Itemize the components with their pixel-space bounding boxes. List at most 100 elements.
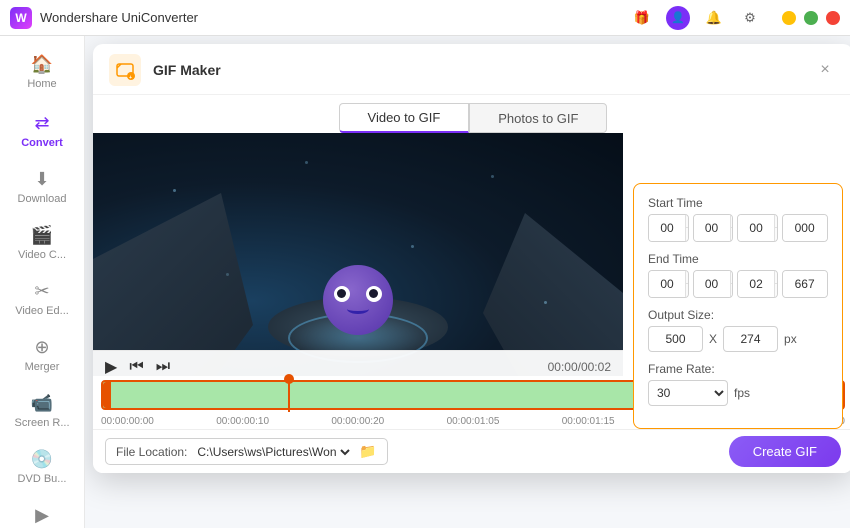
fps-row: 30 15 24 60 fps	[648, 380, 828, 406]
sidebar-item-home[interactable]: 🏠 Home	[0, 44, 84, 100]
output-size-group: Output Size: X px	[648, 308, 828, 352]
window-controls	[782, 11, 840, 25]
title-bar-right: 🎁 👤 🔔 ⚙	[630, 6, 840, 30]
start-ss-down[interactable]: ▼	[775, 228, 778, 241]
create-gif-button[interactable]: Create GIF	[729, 436, 841, 467]
end-ss-input-group: ▲ ▼	[737, 270, 778, 298]
particle	[305, 161, 308, 164]
timeline-playhead[interactable]	[288, 378, 290, 412]
end-mm-up[interactable]: ▲	[731, 271, 734, 284]
size-row: X px	[648, 326, 828, 352]
height-input[interactable]	[723, 326, 778, 352]
end-ss-up[interactable]: ▲	[775, 271, 778, 284]
start-mm-down[interactable]: ▼	[731, 228, 734, 241]
sidebar-item-videoedit[interactable]: ✂ Video Ed...	[0, 271, 84, 327]
start-mm-spinner: ▲ ▼	[730, 215, 734, 241]
start-mm-input[interactable]	[694, 215, 730, 241]
start-hh-input[interactable]	[649, 215, 685, 241]
end-mm-down[interactable]: ▼	[731, 284, 734, 297]
svg-text:+: +	[129, 75, 132, 80]
timeline-left-handle[interactable]	[103, 382, 111, 408]
sidebar-item-merger[interactable]: ⊕ Merger	[0, 327, 84, 383]
end-time-row: ▲ ▼ ▲ ▼	[648, 270, 828, 298]
app-logo: W	[10, 7, 32, 29]
end-ms-input[interactable]	[783, 271, 827, 297]
file-location-label: File Location:	[116, 445, 187, 459]
end-time-group: End Time ▲ ▼	[648, 252, 828, 298]
play-button[interactable]: ▶	[105, 357, 117, 377]
fps-select[interactable]: 30 15 24 60	[648, 380, 728, 406]
start-ss-spinner: ▲ ▼	[774, 215, 778, 241]
sidebar-item-download[interactable]: ⬇ Download	[0, 159, 84, 215]
sidebar-item-player[interactable]: ▶ Player	[0, 495, 84, 528]
end-hh-down[interactable]: ▼	[686, 284, 689, 297]
end-mm-input-group: ▲ ▼	[693, 270, 734, 298]
next-button[interactable]: ⏭	[156, 358, 170, 376]
screenrec-icon: 📹	[31, 393, 53, 414]
end-ss-input[interactable]	[738, 271, 774, 297]
maximize-button[interactable]	[804, 11, 818, 25]
end-ss-spinner: ▲ ▼	[774, 271, 778, 297]
start-hh-down[interactable]: ▼	[686, 228, 689, 241]
settings-icon[interactable]: ⚙	[738, 6, 762, 30]
ruler-mark-1: 00:00:00:10	[216, 416, 269, 427]
folder-icon[interactable]: 📁	[359, 443, 376, 460]
start-mm-up[interactable]: ▲	[731, 215, 734, 228]
prev-button[interactable]: ⏮	[129, 358, 143, 376]
videocomp-icon: 🎬	[31, 225, 53, 246]
tab-photos-to-gif[interactable]: Photos to GIF	[469, 103, 607, 133]
gif-maker-header: + GIF Maker ×	[93, 44, 850, 95]
start-ms-input-group: ▲ ▼	[782, 214, 828, 242]
start-ms-input[interactable]	[783, 215, 827, 241]
convert-icon: ⇄	[34, 113, 49, 134]
gif-maker-title: GIF Maker	[153, 62, 221, 78]
tabs-container: Video to GIF Photos to GIF	[93, 95, 850, 133]
start-ss-input[interactable]	[738, 215, 774, 241]
sidebar-item-convert[interactable]: ⇄ Convert	[0, 100, 84, 159]
fps-label: fps	[734, 386, 750, 400]
start-mm-input-group: ▲ ▼	[693, 214, 734, 242]
particle	[544, 301, 547, 304]
bell-icon[interactable]: 🔔	[702, 6, 726, 30]
sidebar-item-dvd[interactable]: 💿 DVD Bu...	[0, 439, 84, 495]
settings-panel: Start Time ▲ ▼	[633, 183, 843, 429]
videoedit-icon: ✂	[34, 281, 49, 302]
output-size-label: Output Size:	[648, 308, 828, 322]
start-ms-spinner: ▲ ▼	[827, 215, 828, 241]
start-time-label: Start Time	[648, 196, 828, 210]
close-window-button[interactable]	[826, 11, 840, 25]
file-path-select[interactable]: C:\Users\ws\Pictures\Wonder...	[193, 444, 353, 460]
ruler-mark-4: 00:00:01:15	[562, 416, 615, 427]
main-layout: 🏠 Home ⇄ Convert ⬇ Download 🎬 Video C...…	[0, 36, 850, 528]
x-label: X	[709, 332, 717, 346]
end-ss-down[interactable]: ▼	[775, 284, 778, 297]
dvd-icon: 💿	[31, 449, 53, 470]
content-area: + GIF Maker × Video to GIF Photos to GIF	[85, 36, 850, 528]
download-icon: ⬇	[34, 169, 49, 190]
width-input[interactable]	[648, 326, 703, 352]
end-hh-up[interactable]: ▲	[686, 271, 689, 284]
sidebar: 🏠 Home ⇄ Convert ⬇ Download 🎬 Video C...…	[0, 36, 85, 528]
particle	[226, 273, 229, 276]
end-hh-spinner: ▲ ▼	[685, 271, 689, 297]
sidebar-item-videocomp[interactable]: 🎬 Video C...	[0, 215, 84, 271]
gif-maker-panel: + GIF Maker × Video to GIF Photos to GIF	[93, 44, 850, 473]
start-hh-up[interactable]: ▲	[686, 215, 689, 228]
gif-maker-close-button[interactable]: ×	[813, 58, 837, 82]
end-hh-input[interactable]	[649, 271, 685, 297]
minimize-button[interactable]	[782, 11, 796, 25]
file-location: File Location: C:\Users\ws\Pictures\Wond…	[105, 438, 388, 465]
tab-video-to-gif[interactable]: Video to GIF	[339, 103, 470, 133]
ruler-mark-3: 00:00:01:05	[447, 416, 500, 427]
gift-icon[interactable]: 🎁	[630, 6, 654, 30]
sidebar-item-screenrec[interactable]: 📹 Screen R...	[0, 383, 84, 439]
merger-icon: ⊕	[34, 337, 49, 358]
ruler-mark-2: 00:00:00:20	[331, 416, 384, 427]
particle	[173, 189, 176, 192]
frame-rate-group: Frame Rate: 30 15 24 60 fps	[648, 362, 828, 406]
user-icon[interactable]: 👤	[666, 6, 690, 30]
start-ss-up[interactable]: ▲	[775, 215, 778, 228]
frame-rate-label: Frame Rate:	[648, 362, 828, 376]
gif-maker-icon: +	[109, 54, 141, 86]
end-mm-input[interactable]	[694, 271, 730, 297]
